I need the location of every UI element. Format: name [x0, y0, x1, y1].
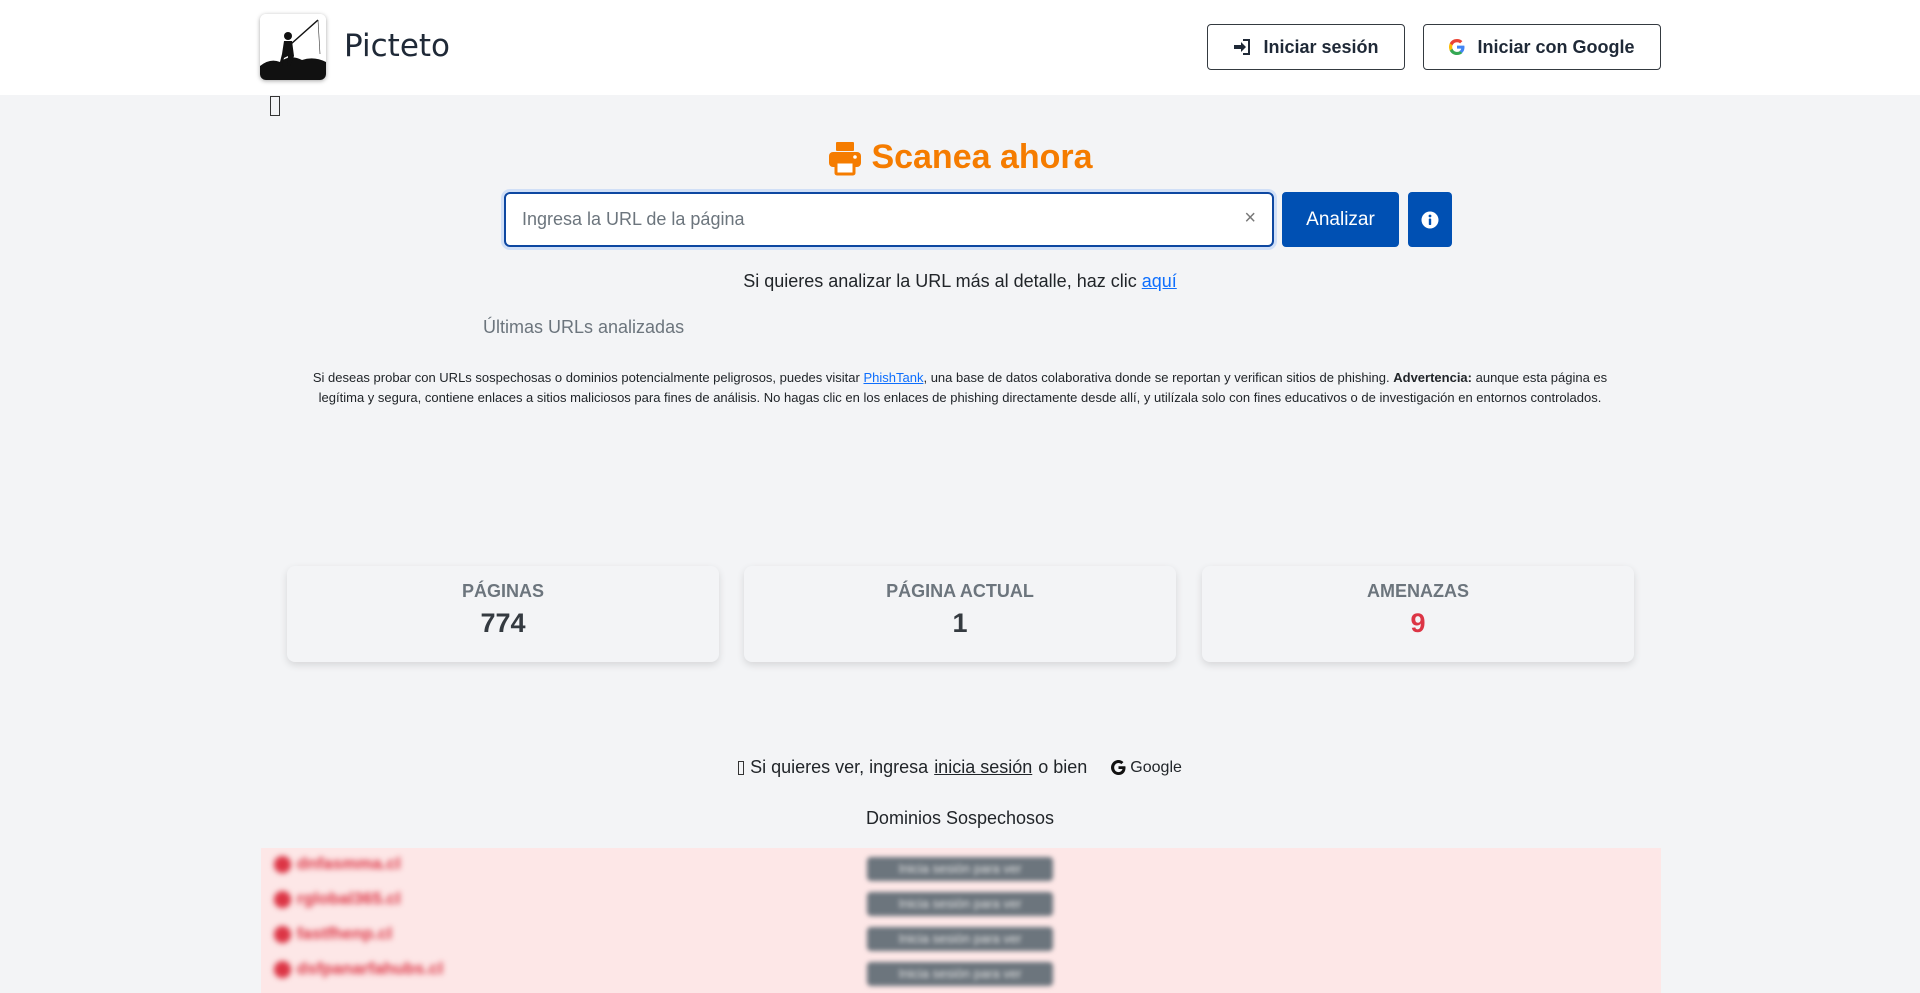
stat-card-pages: PÁGINAS 774 — [287, 566, 719, 662]
clear-icon[interactable]: × — [1244, 207, 1256, 230]
brand-name[interactable]: Picteto — [344, 28, 450, 64]
list-item[interactable]: ⬤ dnfasmma.cl Inicia sesión para ver — [261, 848, 1661, 883]
login-hint-link[interactable]: inicia sesión — [934, 757, 1032, 778]
url-input[interactable] — [522, 194, 1212, 245]
detail-text: Si quieres analizar la URL más al detall… — [743, 271, 1137, 291]
google-icon — [1449, 39, 1465, 55]
detail-analysis-line: Si quieres analizar la URL más al detall… — [0, 271, 1920, 292]
google-login-button[interactable]: Iniciar con Google — [1423, 24, 1661, 70]
warning-label: Advertencia: — [1393, 370, 1472, 385]
suspicious-domain: ⬤ rglobal365.cl — [273, 889, 401, 908]
login-required-badge: Inicia sesión para ver — [867, 927, 1053, 951]
login-button[interactable]: Iniciar sesión — [1207, 24, 1405, 70]
google-mini-label: Google — [1130, 758, 1182, 776]
stat-value: 774 — [480, 608, 526, 638]
url-input-container: × — [504, 192, 1274, 247]
list-item[interactable]: ⬤ dsfpanarfahubs.cl Inicia sesión para v… — [261, 953, 1661, 988]
info-button[interactable] — [1408, 192, 1452, 247]
login-required-badge: Inicia sesión para ver — [867, 892, 1053, 916]
google-mini-button[interactable]: Google — [1111, 759, 1182, 777]
suspicious-domain: ⬤ dnfasmma.cl — [273, 854, 401, 873]
top-header: Picteto Iniciar sesión Iniciar con Googl… — [0, 0, 1920, 95]
suspicious-domain: ⬤ dsfpanarfahubs.cl — [273, 959, 444, 978]
stat-value: 1 — [952, 608, 968, 638]
scan-title-text: Scanea ahora — [871, 138, 1093, 176]
suspicious-domain: ⬤ fastfhenp.cl — [273, 924, 393, 943]
login-hint-middle: o bien — [1038, 757, 1088, 777]
stat-value: 9 — [1410, 608, 1426, 638]
phishtank-notice: Si deseas probar con URLs sospechosas o … — [296, 368, 1624, 408]
menu-toggle-icon[interactable] — [270, 96, 280, 116]
suspicious-domains-list: ⬤ dnfasmma.cl Inicia sesión para ver ⬤ r… — [261, 848, 1661, 993]
login-hint: Si quieres ver, ingresa inicia sesión o … — [0, 757, 1920, 778]
scan-heading: Scanea ahora — [0, 138, 1920, 177]
login-required-badge: Inicia sesión para ver — [867, 857, 1053, 881]
stat-label: PÁGINAS — [461, 581, 544, 601]
detail-link[interactable]: aquí — [1142, 271, 1177, 291]
login-hint-text: Si quieres ver, ingresa — [750, 757, 929, 777]
stat-label: AMENAZAS — [1367, 581, 1469, 601]
notice-text-before: Si deseas probar con URLs sospechosas o … — [312, 370, 860, 385]
sign-in-icon — [1234, 39, 1251, 55]
notice-text-after: , una base de datos colaborativa donde s… — [923, 370, 1390, 385]
analyze-button[interactable]: Analizar — [1282, 192, 1399, 247]
stat-card-threats: AMENAZAS 9 — [1202, 566, 1634, 662]
phishtank-link[interactable]: PhishTank — [863, 370, 923, 385]
stat-label: PÁGINA ACTUAL — [886, 581, 1034, 601]
list-item[interactable]: ⬤ rglobal365.cl Inicia sesión para ver — [261, 883, 1661, 918]
list-item[interactable]: ⬤ fastfhenp.cl Inicia sesión para ver — [261, 918, 1661, 953]
google-icon — [1111, 760, 1126, 775]
printer-icon — [829, 141, 862, 175]
last-urls-label: Últimas URLs analizadas — [483, 317, 685, 337]
fisherman-logo-icon — [260, 14, 326, 80]
lock-icon — [738, 760, 745, 775]
google-login-label: Iniciar con Google — [1477, 36, 1635, 57]
login-required-badge: Inicia sesión para ver — [867, 962, 1053, 986]
stat-card-current-page: PÁGINA ACTUAL 1 — [744, 566, 1176, 662]
login-button-label: Iniciar sesión — [1263, 36, 1379, 57]
suspicious-domains-title: Dominios Sospechosos — [865, 808, 1055, 828]
info-icon — [1421, 211, 1439, 228]
brand-logo[interactable] — [260, 14, 326, 80]
